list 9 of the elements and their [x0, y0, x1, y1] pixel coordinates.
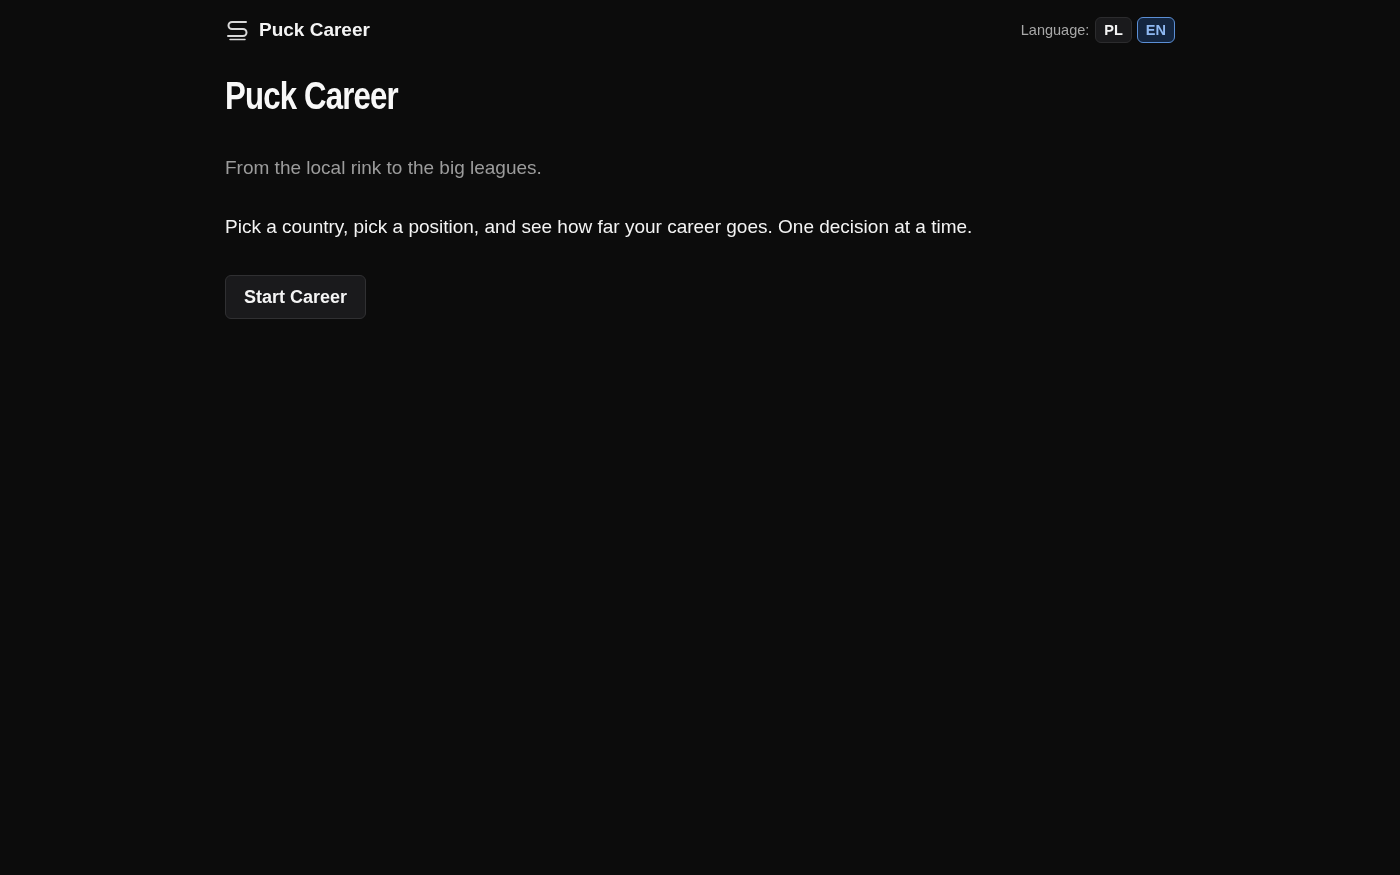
language-label: Language:: [1020, 22, 1090, 38]
language-option[interactable]: EN: [1136, 17, 1175, 43]
page-title: Puck Career: [225, 74, 398, 118]
language-option[interactable]: PL: [1095, 17, 1132, 43]
start-career-button[interactable]: Start Career: [225, 275, 367, 319]
logo-icon: [225, 19, 250, 41]
brand-name: Puck Career: [259, 19, 370, 41]
tagline: From the local rink to the big leagues.: [225, 156, 542, 180]
intro-text: Pick a country, pick a position, and see how far your career goes. One decision at a time.: [225, 215, 973, 239]
